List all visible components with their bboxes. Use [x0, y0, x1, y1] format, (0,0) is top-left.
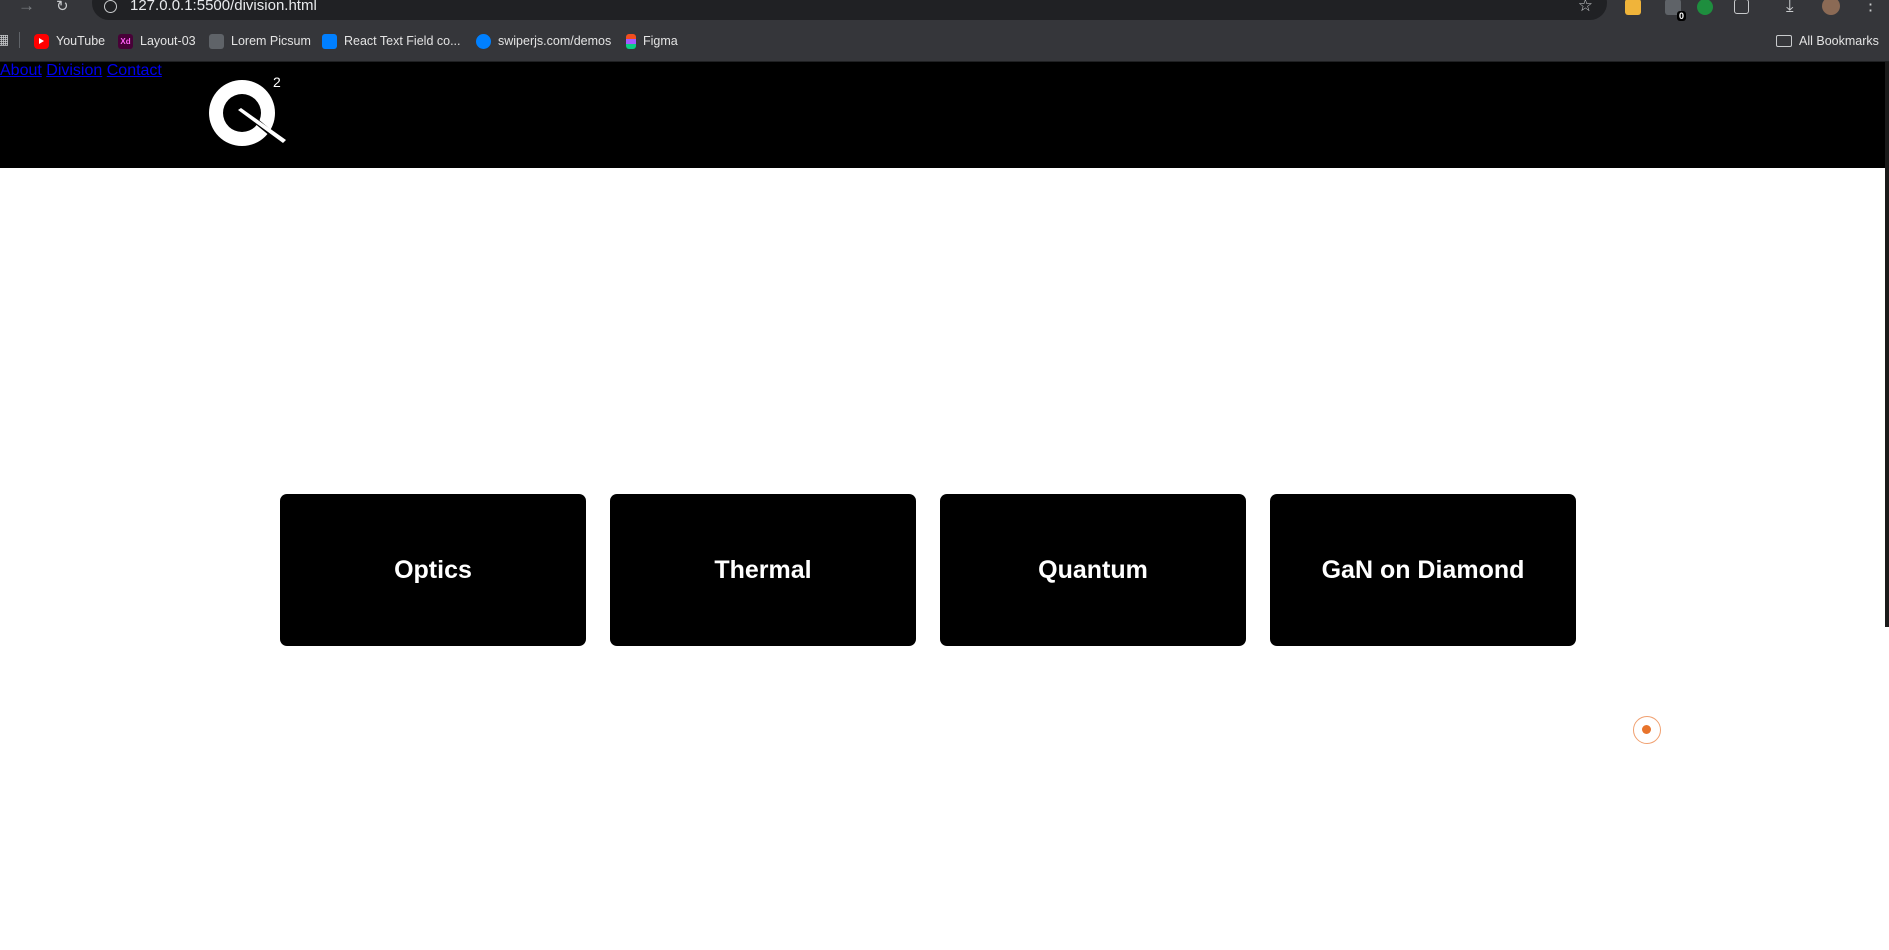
nav-division[interactable]: Division — [46, 62, 102, 79]
site-info-icon[interactable] — [104, 0, 117, 13]
extension-badge: 0 — [1676, 11, 1686, 21]
bookmark-lorem-picsum[interactable]: Lorem Picsum — [209, 30, 311, 52]
url-text[interactable]: 127.0.0.1:5500/division.html — [130, 0, 317, 14]
folder-icon — [1776, 35, 1792, 47]
bookmark-label: React Text Field co... — [344, 34, 461, 48]
division-card-thermal[interactable]: Thermal — [610, 494, 916, 646]
browser-menu-icon[interactable]: ⋮ — [1862, 0, 1879, 15]
bookmark-label: Layout-03 — [140, 34, 196, 48]
image-icon — [209, 33, 224, 49]
mui-icon — [322, 33, 337, 49]
division-cards: Optics Thermal Quantum GaN on Diamond — [280, 494, 1576, 646]
logo-superscript: 2 — [273, 74, 281, 90]
youtube-icon — [34, 33, 49, 49]
division-card-quantum[interactable]: Quantum — [940, 494, 1246, 646]
bookmark-label: YouTube — [56, 34, 106, 48]
q-logo-icon: 2 — [209, 74, 287, 146]
figma-icon — [626, 33, 636, 49]
card-label: Thermal — [714, 555, 812, 584]
download-icon[interactable]: ⤓ — [1786, 0, 1794, 16]
shield-extension-icon[interactable] — [1697, 0, 1713, 15]
bookmarks-bar: ▦ YouTube Xd Layout-03 Lorem Picsum Reac… — [0, 22, 1889, 62]
nav-about[interactable]: About — [0, 62, 42, 79]
bookmark-youtube[interactable]: YouTube — [34, 30, 105, 52]
apps-icon[interactable]: ▦ — [0, 31, 9, 49]
page-scrollbar[interactable] — [1885, 62, 1889, 627]
bookmark-star-icon[interactable]: ☆ — [1578, 0, 1593, 16]
browser-toolbar: → ↻ 127.0.0.1:5500/division.html ☆ 0 ⤓ ⋮ — [0, 0, 1889, 22]
card-label: GaN on Diamond — [1321, 555, 1525, 584]
extension-icon[interactable] — [1625, 0, 1641, 15]
reload-icon[interactable]: ↻ — [56, 0, 69, 15]
all-bookmarks-button[interactable]: All Bookmarks — [1776, 30, 1879, 52]
adobe-xd-icon: Xd — [118, 33, 133, 49]
bookmark-label: swiperjs.com/demos — [498, 34, 612, 48]
swiper-icon — [476, 33, 491, 49]
bookmark-layout-03[interactable]: Xd Layout-03 — [118, 30, 196, 52]
cursor-follower — [1633, 716, 1661, 744]
address-bar[interactable]: 127.0.0.1:5500/division.html ☆ — [92, 0, 1607, 20]
forward-arrow-icon[interactable]: → — [18, 0, 35, 16]
nav-contact[interactable]: Contact — [107, 62, 162, 79]
bookmark-label: Figma — [643, 34, 678, 48]
bookmark-label: Lorem Picsum — [231, 34, 311, 48]
bookmark-figma[interactable]: Figma — [626, 30, 678, 52]
division-card-optics[interactable]: Optics — [280, 494, 586, 646]
q2-logo[interactable]: 2 — [200, 72, 290, 152]
card-label: Optics — [394, 555, 472, 584]
division-card-gan-on-diamond[interactable]: GaN on Diamond — [1270, 494, 1576, 646]
site-header: 2 About Division Contact — [0, 62, 1885, 168]
all-bookmarks-label: All Bookmarks — [1799, 34, 1879, 48]
bookmark-swiperjs[interactable]: swiperjs.com/demos — [476, 30, 611, 52]
profile-avatar[interactable] — [1822, 0, 1840, 15]
puzzle-extensions-icon[interactable] — [1734, 0, 1749, 14]
extension-icon[interactable]: 0 — [1665, 0, 1686, 21]
card-label: Quantum — [1038, 555, 1148, 584]
bookmark-react-text-field[interactable]: React Text Field co... — [322, 30, 461, 52]
bookmarks-separator — [19, 32, 20, 48]
